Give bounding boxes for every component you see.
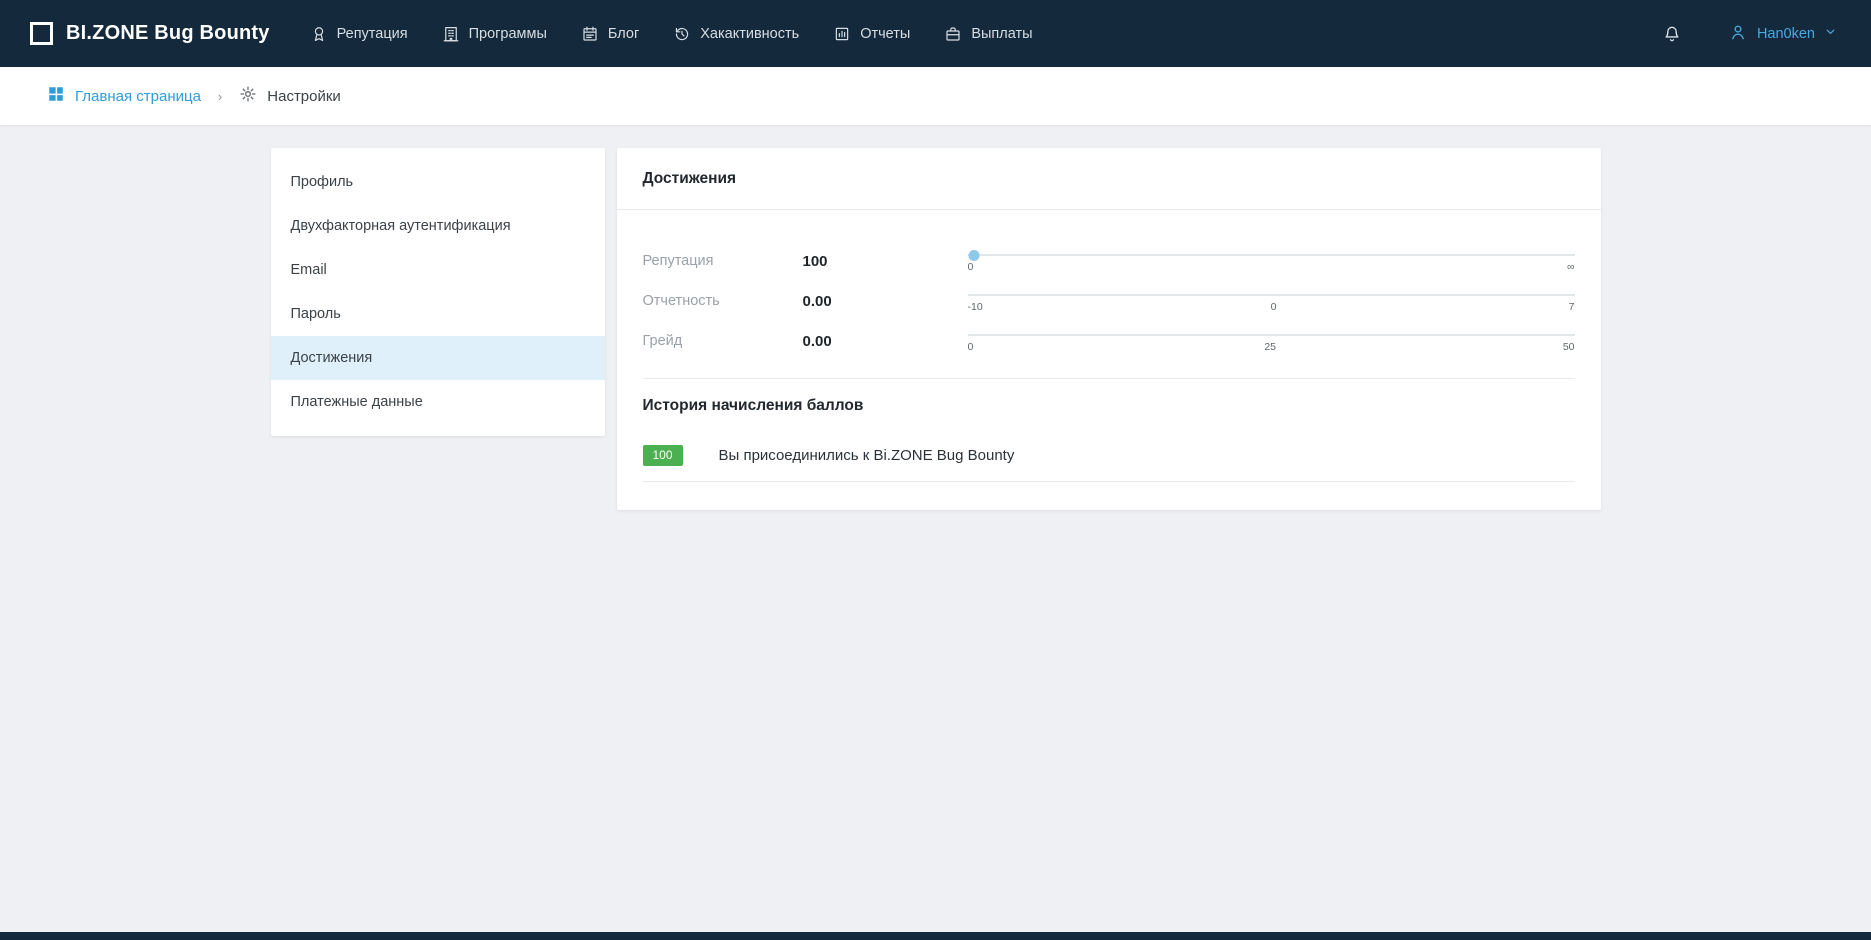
nav-item-programs[interactable]: Программы <box>442 25 547 43</box>
panel-title: Достижения <box>617 148 1601 210</box>
brand-title: BI.ZONE Bug Bounty <box>66 22 270 45</box>
sidebar-item-email[interactable]: Email <box>271 248 605 292</box>
scale-min: 0 <box>968 261 978 273</box>
top-navbar: BI.ZONE Bug Bounty Репутация Программы Б… <box>0 0 1871 67</box>
points-badge: 100 <box>643 445 683 466</box>
slider-track <box>968 254 1575 256</box>
payouts-icon <box>944 25 962 43</box>
programs-icon <box>442 25 460 43</box>
metric-value: 0.00 <box>803 333 968 350</box>
points-history-section: История начисления баллов 100 Вы присоед… <box>643 378 1575 510</box>
sidebar-item-achievements[interactable]: Достижения <box>271 336 605 380</box>
grade-scale-slider: 0 25 50 <box>968 328 1575 354</box>
nav-label: Программы <box>469 26 547 42</box>
scale-min: 0 <box>968 341 978 353</box>
main-nav: Репутация Программы Блог Хакактивность О… <box>310 25 1033 43</box>
user-menu[interactable]: Han0ken <box>1728 22 1837 46</box>
footer-strip <box>0 932 1871 940</box>
metric-row-reporting: Отчетность 0.00 -10 0 7 <box>643 288 1575 314</box>
sidebar-item-label: Email <box>291 262 327 278</box>
nav-item-blog[interactable]: Блог <box>581 25 639 43</box>
breadcrumb-home-label: Главная страница <box>75 88 201 105</box>
username: Han0ken <box>1757 26 1815 42</box>
slider-scale-labels: -10 0 7 <box>968 301 1575 313</box>
sidebar-item-2fa[interactable]: Двухфакторная аутентификация <box>271 204 605 248</box>
slider-track <box>968 334 1575 336</box>
reputation-icon <box>310 25 328 43</box>
brand-logo[interactable]: BI.ZONE Bug Bounty <box>30 22 270 45</box>
breadcrumb-separator: › <box>218 89 222 104</box>
scale-min: -10 <box>968 301 983 313</box>
gear-icon <box>239 85 257 107</box>
breadcrumb-current-label: Настройки <box>267 88 341 105</box>
breadcrumb: Главная страница › Настройки <box>0 67 1871 125</box>
achievements-panel: Достижения Репутация 100 0 ∞ Отчетность <box>617 148 1601 510</box>
reporting-scale-slider: -10 0 7 <box>968 288 1575 314</box>
metric-label: Репутация <box>643 253 803 269</box>
metric-label: Грейд <box>643 333 803 349</box>
reputation-scale-slider: 0 ∞ <box>968 248 1575 274</box>
scale-mid: 0 <box>1269 301 1279 313</box>
settings-sidebar: Профиль Двухфакторная аутентификация Ema… <box>271 148 605 436</box>
nav-label: Отчеты <box>860 26 910 42</box>
nav-label: Блог <box>608 26 639 42</box>
blog-icon <box>581 25 599 43</box>
slider-scale-labels: 0 25 50 <box>968 341 1575 353</box>
bizone-logo-icon <box>30 22 53 45</box>
metric-label: Отчетность <box>643 293 803 309</box>
slider-dot <box>968 250 979 261</box>
metrics-list: Репутация 100 0 ∞ Отчетность 0.00 <box>617 210 1601 378</box>
sidebar-item-label: Двухфакторная аутентификация <box>291 218 511 234</box>
history-entry-text: Вы присоединились к Bi.ZONE Bug Bounty <box>719 447 1015 464</box>
breadcrumb-home-link[interactable]: Главная страница <box>47 85 201 107</box>
hackactivity-icon <box>673 25 691 43</box>
nav-label: Репутация <box>337 26 408 42</box>
metric-row-reputation: Репутация 100 0 ∞ <box>643 248 1575 274</box>
metric-value: 100 <box>803 253 968 270</box>
sidebar-item-label: Платежные данные <box>291 394 423 410</box>
home-grid-icon <box>47 85 65 107</box>
sidebar-item-label: Достижения <box>291 350 373 366</box>
reports-icon <box>833 25 851 43</box>
scale-max: 7 <box>1565 301 1575 313</box>
nav-label: Хакактивность <box>700 26 799 42</box>
slider-track <box>968 294 1575 296</box>
scale-mid <box>1266 261 1276 273</box>
sidebar-item-password[interactable]: Пароль <box>271 292 605 336</box>
nav-label: Выплаты <box>971 26 1032 42</box>
nav-item-payouts[interactable]: Выплаты <box>944 25 1032 43</box>
nav-item-reports[interactable]: Отчеты <box>833 25 910 43</box>
metric-value: 0.00 <box>803 293 968 310</box>
points-history-title: История начисления баллов <box>643 397 1575 415</box>
chevron-down-icon <box>1824 25 1837 42</box>
breadcrumb-current: Настройки <box>239 85 341 107</box>
slider-scale-labels: 0 ∞ <box>968 261 1575 273</box>
sidebar-item-profile[interactable]: Профиль <box>271 160 605 204</box>
nav-item-hackactivity[interactable]: Хакактивность <box>673 25 799 43</box>
navbar-right: Han0ken <box>1662 22 1841 46</box>
metric-row-grade: Грейд 0.00 0 25 50 <box>643 328 1575 354</box>
settings-content: Профиль Двухфакторная аутентификация Ema… <box>271 148 1601 510</box>
scale-max: ∞ <box>1565 261 1575 273</box>
scale-max: 50 <box>1563 341 1575 353</box>
user-icon <box>1728 22 1748 46</box>
scale-mid: 25 <box>1264 341 1276 353</box>
sidebar-item-label: Профиль <box>291 174 354 190</box>
nav-item-reputation[interactable]: Репутация <box>310 25 408 43</box>
notifications-bell-icon[interactable] <box>1662 24 1682 44</box>
sidebar-item-label: Пароль <box>291 306 341 322</box>
history-entry: 100 Вы присоединились к Bi.ZONE Bug Boun… <box>643 445 1575 482</box>
sidebar-item-payment-data[interactable]: Платежные данные <box>271 380 605 424</box>
